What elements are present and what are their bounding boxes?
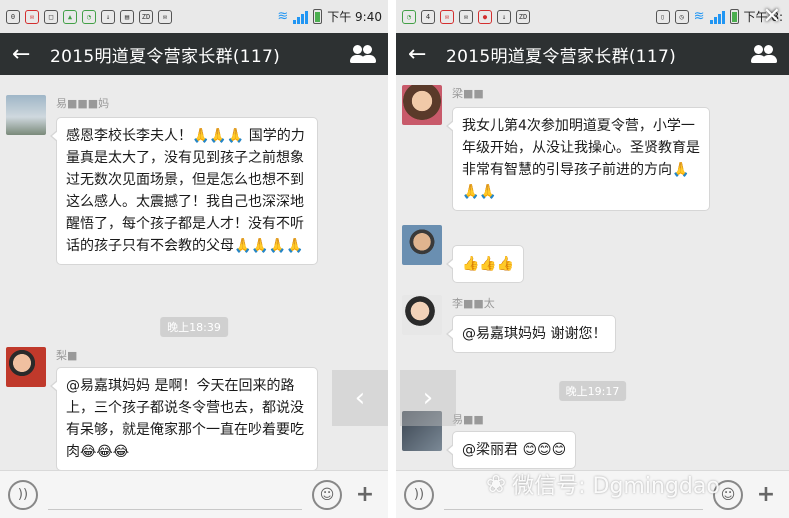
watermark-text: 微信号: Dgmingdao	[512, 474, 720, 499]
plus-icon[interactable]: +	[350, 480, 380, 510]
status-message-icon: ✉	[158, 9, 172, 24]
status-notification-icon: 0	[6, 9, 20, 24]
signal-icon	[293, 10, 309, 24]
status-bar: 0 ✉ □ ▲ ◔ ↓ ▤ ZD ✉ ≋ 下午 9:40	[0, 0, 388, 33]
message-bubble[interactable]: @易嘉琪妈妈 谢谢您！	[445, 315, 617, 353]
group-members-icon[interactable]	[751, 44, 777, 64]
message-bubble[interactable]: 👍👍👍	[445, 245, 525, 283]
status-download-icon: ↓	[101, 9, 115, 24]
input-bar: )) ☺ +	[0, 470, 388, 518]
status-mail-icon: ✉	[25, 9, 39, 24]
sender-name: 梁■■	[452, 87, 484, 100]
chat-message: 易■■ @梁丽君 😊😊😊	[402, 411, 783, 471]
plus-icon[interactable]: +	[751, 480, 781, 510]
message-timestamp: 晚上18:39	[160, 317, 228, 337]
watermark: ❀ 微信号: Dgmingdao	[486, 468, 720, 500]
wifi-icon: ≋	[693, 9, 705, 24]
status-alarm-icon: ◷	[674, 9, 689, 24]
chat-message: 梁■■ 我女儿第4次参加明道夏令营，小学一年级开始，从没让我操心。圣贤教育是非常…	[402, 85, 783, 215]
status-vibrate-icon: ▯	[655, 9, 670, 24]
right-phone-screen: ◔ 4 ✉ ✉ ● ↓ ZD ▯ ◷ ≋ 下午 8: ← 2015明道夏令营家长…	[396, 0, 789, 518]
avatar[interactable]	[402, 225, 442, 265]
status-bar: ◔ 4 ✉ ✉ ● ↓ ZD ▯ ◷ ≋ 下午 8:	[396, 0, 789, 33]
chat-title: 2015明道夏令营家长群(117)	[50, 46, 281, 67]
back-arrow-icon[interactable]: ←	[12, 42, 34, 67]
sender-name: 李■■太	[452, 297, 495, 310]
sender-name: 易■■■妈	[56, 97, 110, 110]
battery-icon	[313, 9, 323, 24]
status-notification-icon: 4	[421, 9, 435, 24]
status-mail-icon: ✉	[440, 9, 454, 24]
status-download-icon: ↓	[497, 9, 511, 24]
avatar[interactable]	[402, 85, 442, 125]
chat-area: 易■■■妈 感恩李校长李夫人！🙏🙏🙏 国学的力量真是太大了，没有见到孩子之前想象…	[0, 75, 388, 471]
chat-message: 李■■太 @易嘉琪妈妈 谢谢您！	[402, 295, 783, 355]
avatar[interactable]	[6, 95, 46, 135]
sender-name: 易■■	[452, 413, 484, 426]
chat-message: 👍👍👍	[402, 225, 783, 285]
sender-name: 梨■	[56, 349, 78, 362]
wechat-logo-icon: ❀	[486, 470, 507, 498]
message-bubble[interactable]: @梁丽君 😊😊😊	[445, 431, 577, 469]
emoji-icon[interactable]: ☺	[312, 479, 342, 510]
message-bubble[interactable]: 我女儿第4次参加明道夏令营，小学一年级开始，从没让我操心。圣贤教育是非常有智慧的…	[446, 107, 710, 211]
screenshot-collage: 0 ✉ □ ▲ ◔ ↓ ▤ ZD ✉ ≋ 下午 9:40 ← 2015明道夏令营…	[0, 0, 789, 518]
next-image-icon[interactable]: ›	[400, 370, 456, 426]
battery-icon	[729, 9, 739, 24]
close-icon[interactable]: ✕	[763, 4, 781, 29]
message-bubble[interactable]: @易嘉琪妈妈 是啊！今天在回来的路上，三个孩子都说冬令营也去，都说没有呆够，就是…	[50, 367, 318, 471]
group-members-icon[interactable]	[350, 44, 376, 64]
chat-message: 易■■■妈 感恩李校长李夫人！🙏🙏🙏 国学的力量真是太大了，没有见到孩子之前想象…	[6, 95, 382, 295]
chat-title-bar: ← 2015明道夏令营家长群(117)	[0, 33, 388, 75]
voice-icon[interactable]: ))	[404, 479, 434, 510]
voice-icon[interactable]: ))	[8, 479, 38, 510]
message-timestamp: 晚上19:17	[558, 381, 627, 401]
chat-title: 2015明道夏令营家长群(117)	[446, 46, 677, 67]
status-zd-icon: ZD	[139, 9, 153, 24]
message-bubble[interactable]: 感恩李校长李夫人！🙏🙏🙏 国学的力量真是太大了，没有见到孩子之前想象过无数次见面…	[50, 117, 318, 265]
status-zd-icon: ZD	[516, 9, 530, 24]
left-phone-screen: 0 ✉ □ ▲ ◔ ↓ ▤ ZD ✉ ≋ 下午 9:40 ← 2015明道夏令营…	[0, 0, 388, 518]
back-arrow-icon[interactable]: ←	[408, 42, 430, 67]
avatar[interactable]	[6, 347, 46, 387]
previous-image-icon[interactable]: ‹	[332, 370, 388, 426]
message-input[interactable]	[48, 480, 302, 510]
status-app-icon: ●	[478, 9, 492, 24]
chat-message: 梨■ @易嘉琪妈妈 是啊！今天在回来的路上，三个孩子都说冬令营也去，都说没有呆够…	[6, 347, 382, 477]
wifi-icon: ≋	[277, 9, 289, 24]
status-time: 下午 9:40	[327, 10, 382, 24]
avatar[interactable]	[402, 295, 442, 335]
status-image-icon: ▤	[120, 9, 134, 24]
status-box-icon: □	[44, 9, 58, 24]
signal-icon	[709, 10, 725, 24]
status-message-icon: ✉	[459, 9, 473, 24]
status-android-icon: ▲	[63, 9, 77, 24]
status-wechat-icon: ◔	[82, 9, 96, 24]
chat-title-bar: ← 2015明道夏令营家长群(117)	[396, 33, 789, 75]
status-wechat-icon: ◔	[402, 9, 416, 24]
